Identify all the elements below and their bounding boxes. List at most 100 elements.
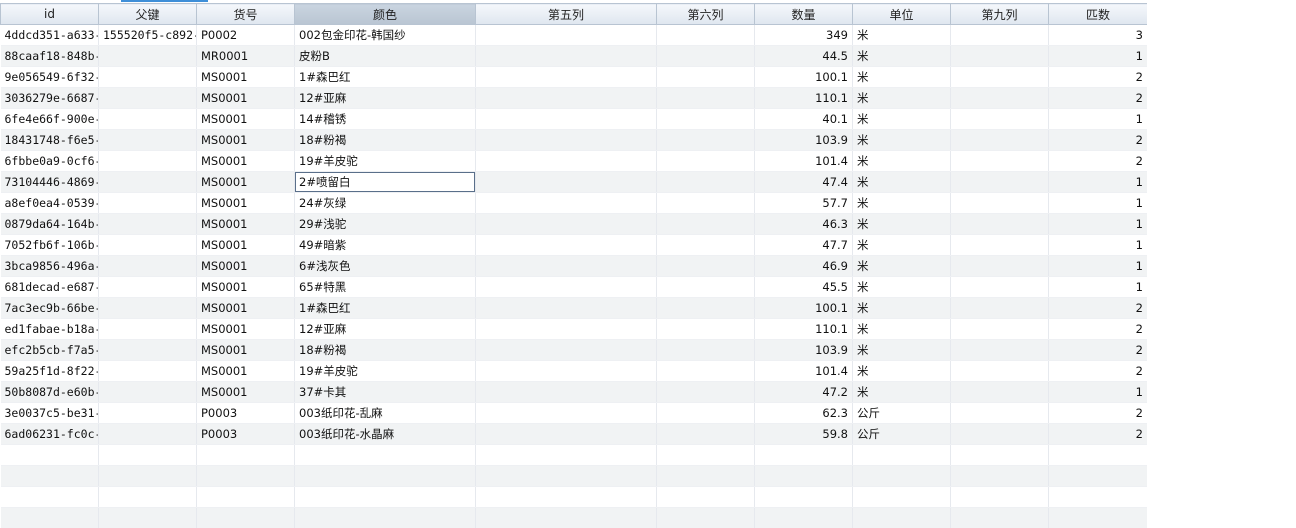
table-row[interactable]: 6ad06231-fc0c- P0003 003纸印花-水晶麻 59.8 公斤 2 — [0, 423, 1147, 445]
cell-col9[interactable] — [950, 24, 1049, 46]
cell-col6[interactable] — [656, 150, 755, 172]
cell-color[interactable]: 65#特黑 — [294, 276, 476, 298]
empty-cell[interactable] — [852, 444, 951, 466]
cell-qty[interactable]: 349 — [754, 24, 853, 46]
cell-col6[interactable] — [656, 171, 755, 193]
cell-col9[interactable] — [950, 192, 1049, 214]
cell-parent-key[interactable] — [98, 234, 197, 256]
cell-id[interactable]: 88caaf18-848b- — [0, 45, 99, 67]
cell-pieces[interactable]: 2 — [1048, 87, 1147, 109]
cell-color[interactable]: 18#粉褐 — [294, 339, 476, 361]
cell-parent-key[interactable] — [98, 360, 197, 382]
cell-qty[interactable]: 103.9 — [754, 129, 853, 151]
cell-qty[interactable]: 110.1 — [754, 318, 853, 340]
empty-cell[interactable] — [656, 444, 755, 466]
cell-color[interactable]: 14#稽锈 — [294, 108, 476, 130]
empty-cell[interactable] — [1048, 507, 1147, 528]
cell-unit[interactable]: 米 — [852, 24, 951, 46]
empty-cell[interactable] — [950, 507, 1049, 528]
cell-parent-key[interactable] — [98, 192, 197, 214]
cell-unit[interactable]: 米 — [852, 234, 951, 256]
cell-col5[interactable] — [475, 339, 657, 361]
cell-pieces[interactable]: 1 — [1048, 45, 1147, 67]
cell-item-no[interactable]: P0002 — [196, 24, 295, 46]
cell-item-no[interactable]: P0003 — [196, 402, 295, 424]
cell-qty[interactable]: 57.7 — [754, 192, 853, 214]
cell-parent-key[interactable]: 155520f5-c892- — [98, 24, 197, 46]
cell-col6[interactable] — [656, 192, 755, 214]
cell-item-no[interactable]: MS0001 — [196, 234, 295, 256]
cell-col5[interactable] — [475, 297, 657, 319]
cell-qty[interactable]: 46.9 — [754, 255, 853, 277]
empty-row[interactable] — [0, 507, 1147, 528]
cell-item-no[interactable]: MS0001 — [196, 213, 295, 235]
cell-id[interactable]: 7ac3ec9b-66be- — [0, 297, 99, 319]
cell-pieces[interactable]: 1 — [1048, 171, 1147, 193]
cell-color[interactable]: 19#羊皮驼 — [294, 360, 476, 382]
cell-col6[interactable] — [656, 339, 755, 361]
table-row[interactable]: 3e0037c5-be31- P0003 003纸印花-乱麻 62.3 公斤 2 — [0, 402, 1147, 424]
cell-unit[interactable]: 米 — [852, 255, 951, 277]
cell-col5[interactable] — [475, 192, 657, 214]
column-header-color[interactable]: 颜色 — [294, 3, 476, 25]
cell-unit[interactable]: 米 — [852, 318, 951, 340]
cell-col6[interactable] — [656, 402, 755, 424]
cell-pieces[interactable]: 1 — [1048, 192, 1147, 214]
cell-color[interactable]: 2#喷留白 — [294, 171, 476, 193]
table-row[interactable]: 0879da64-164b- MS0001 29#浅驼 46.3 米 1 — [0, 213, 1147, 235]
cell-col9[interactable] — [950, 360, 1049, 382]
cell-col5[interactable] — [475, 24, 657, 46]
empty-cell[interactable] — [98, 444, 197, 466]
cell-col6[interactable] — [656, 108, 755, 130]
cell-col9[interactable] — [950, 276, 1049, 298]
column-header-col9[interactable]: 第九列 — [950, 3, 1049, 25]
column-header-unit[interactable]: 单位 — [852, 3, 951, 25]
cell-qty[interactable]: 110.1 — [754, 87, 853, 109]
cell-color[interactable]: 49#暗紫 — [294, 234, 476, 256]
cell-qty[interactable]: 62.3 — [754, 402, 853, 424]
cell-qty[interactable]: 40.1 — [754, 108, 853, 130]
cell-id[interactable]: 59a25f1d-8f22- — [0, 360, 99, 382]
table-row[interactable]: 7ac3ec9b-66be- MS0001 1#森巴红 100.1 米 2 — [0, 297, 1147, 319]
cell-qty[interactable]: 101.4 — [754, 360, 853, 382]
cell-col9[interactable] — [950, 402, 1049, 424]
cell-col6[interactable] — [656, 234, 755, 256]
cell-col5[interactable] — [475, 234, 657, 256]
cell-col9[interactable] — [950, 381, 1049, 403]
cell-color[interactable]: 18#粉褐 — [294, 129, 476, 151]
cell-qty[interactable]: 47.2 — [754, 381, 853, 403]
cell-col9[interactable] — [950, 66, 1049, 88]
cell-qty[interactable]: 100.1 — [754, 66, 853, 88]
cell-id[interactable]: 0879da64-164b- — [0, 213, 99, 235]
cell-color[interactable]: 6#浅灰色 — [294, 255, 476, 277]
cell-qty[interactable]: 47.7 — [754, 234, 853, 256]
cell-pieces[interactable]: 1 — [1048, 234, 1147, 256]
cell-color[interactable]: 19#羊皮驼 — [294, 150, 476, 172]
cell-color[interactable]: 29#浅驼 — [294, 213, 476, 235]
cell-parent-key[interactable] — [98, 423, 197, 445]
empty-cell[interactable] — [656, 486, 755, 508]
cell-col6[interactable] — [656, 87, 755, 109]
cell-qty[interactable]: 45.5 — [754, 276, 853, 298]
cell-pieces[interactable]: 2 — [1048, 360, 1147, 382]
cell-col9[interactable] — [950, 423, 1049, 445]
cell-item-no[interactable]: MS0001 — [196, 381, 295, 403]
cell-col5[interactable] — [475, 318, 657, 340]
cell-item-no[interactable]: MS0001 — [196, 108, 295, 130]
column-header-item-no[interactable]: 货号 — [196, 3, 295, 25]
cell-qty[interactable]: 103.9 — [754, 339, 853, 361]
cell-item-no[interactable]: MS0001 — [196, 66, 295, 88]
empty-cell[interactable] — [0, 486, 99, 508]
cell-parent-key[interactable] — [98, 318, 197, 340]
cell-unit[interactable]: 米 — [852, 129, 951, 151]
cell-item-no[interactable]: MS0001 — [196, 87, 295, 109]
cell-color[interactable]: 002包金印花-韩国纱 — [294, 24, 476, 46]
cell-col6[interactable] — [656, 423, 755, 445]
cell-col9[interactable] — [950, 108, 1049, 130]
cell-id[interactable]: 3e0037c5-be31- — [0, 402, 99, 424]
cell-col9[interactable] — [950, 87, 1049, 109]
cell-id[interactable]: 73104446-4869- — [0, 171, 99, 193]
table-row[interactable]: efc2b5cb-f7a5- MS0001 18#粉褐 103.9 米 2 — [0, 339, 1147, 361]
cell-id[interactable]: 681decad-e687- — [0, 276, 99, 298]
empty-cell[interactable] — [294, 444, 476, 466]
